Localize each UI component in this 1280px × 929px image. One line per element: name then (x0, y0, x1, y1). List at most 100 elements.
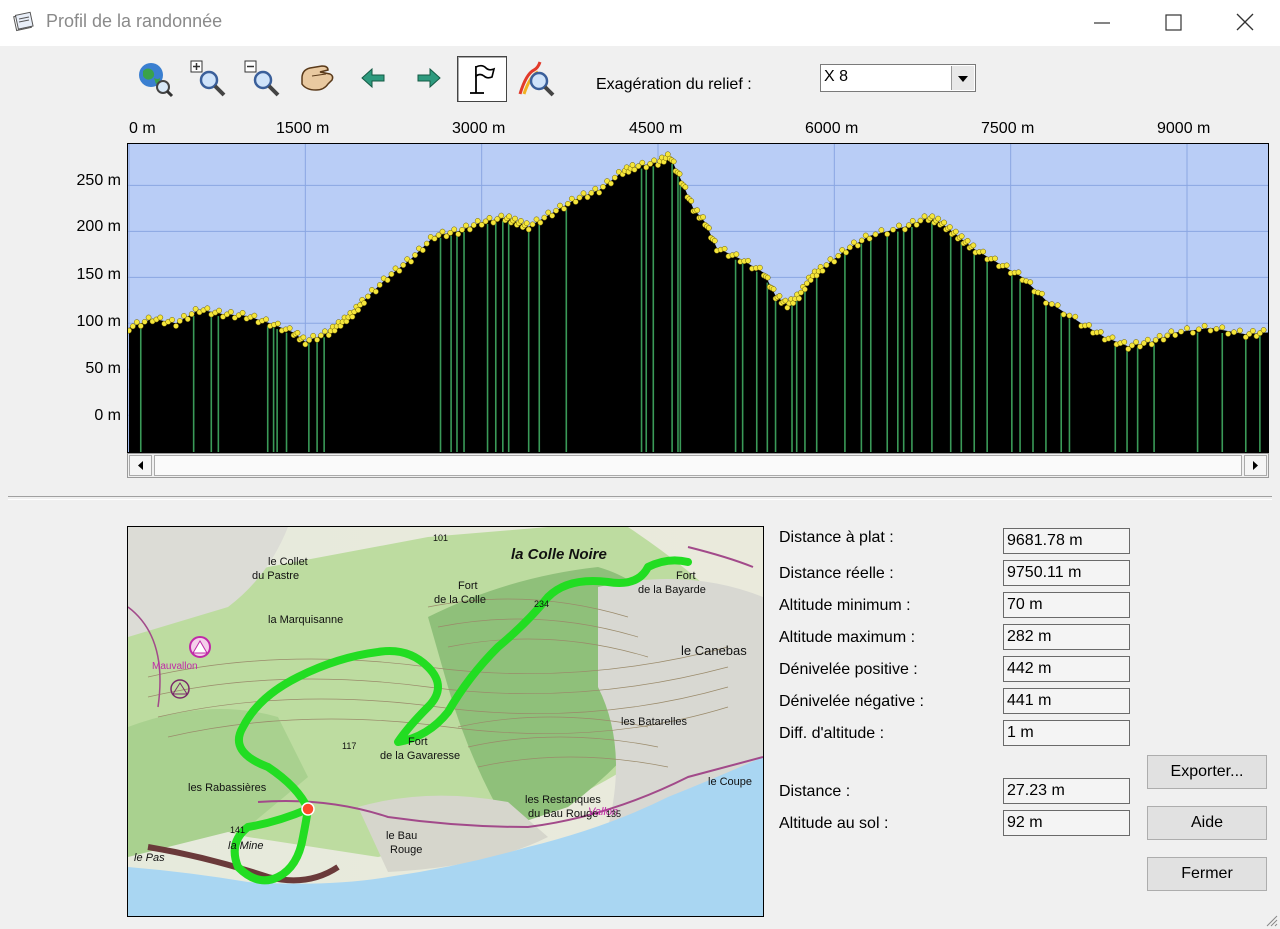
map-label: 234 (534, 599, 549, 609)
elevation-profile-chart[interactable] (127, 143, 1269, 453)
stat-value-flat-distance: 9681.78 m (1003, 528, 1130, 554)
map-label: la Mine (228, 840, 263, 852)
track-point (596, 189, 603, 196)
elevation-profile-plot[interactable] (128, 144, 1268, 452)
zoom-in-button[interactable] (188, 58, 228, 98)
close-window-button[interactable] (1210, 0, 1280, 46)
track-point (878, 227, 885, 233)
topographic-map[interactable]: la Colle Noire le Collet du Pastre la Ma… (128, 527, 763, 916)
splitter[interactable] (8, 496, 1272, 500)
map-label: 117 (342, 741, 356, 751)
map-label: 135 (606, 809, 621, 819)
track-point (133, 319, 140, 325)
track-point (608, 180, 614, 187)
track-point (612, 174, 618, 181)
help-button[interactable]: Aide (1147, 806, 1267, 840)
track-point (947, 224, 953, 230)
globe-zoom-icon (139, 63, 174, 98)
arrow-right-icon (1253, 461, 1258, 470)
track-point (992, 255, 998, 262)
pan-hand-button[interactable] (298, 58, 338, 98)
relief-exaggeration-select[interactable]: X 8 (820, 64, 976, 92)
dropdown-button[interactable] (951, 66, 974, 90)
relief-exaggeration-value: X 8 (824, 68, 849, 85)
map-label: les Batarelles (621, 716, 688, 728)
start-marker[interactable] (301, 802, 315, 816)
track-point (420, 247, 426, 254)
track-point (651, 157, 657, 164)
track-point (770, 286, 777, 292)
cursor-value-distance: 27.23 m (1003, 778, 1130, 804)
path-search-button[interactable] (516, 58, 556, 98)
map-label: la Marquisanne (268, 614, 343, 626)
arrow-right-icon (417, 67, 441, 89)
track-point (1015, 269, 1022, 276)
track-point (1048, 301, 1055, 307)
track-point (286, 325, 293, 332)
map-label: Fort (408, 736, 428, 748)
track-point (1039, 290, 1045, 297)
track-point (858, 237, 865, 244)
resize-grip-icon[interactable] (1264, 913, 1278, 927)
scroll-right-button[interactable] (1244, 455, 1267, 476)
track-point (1043, 300, 1049, 306)
track-point (721, 245, 728, 252)
maximize-icon (1165, 14, 1182, 31)
x-tick-label: 7500 m (981, 120, 1035, 137)
cursor-value-ground-altitude: 92 m (1003, 810, 1130, 836)
track-point (1144, 336, 1151, 343)
track-point (173, 323, 179, 329)
close-button[interactable]: Fermer (1147, 857, 1267, 891)
scroll-thumb[interactable] (154, 455, 1242, 476)
track-point (694, 207, 701, 214)
map-label: les Restanques (525, 794, 601, 806)
map-label: de la Colle (434, 594, 486, 606)
track-point (688, 198, 695, 204)
track-point (929, 213, 936, 220)
pan-hand-icon (301, 65, 334, 91)
track-point (506, 213, 512, 220)
stat-value-negative-elevation: 441 m (1003, 688, 1130, 714)
export-button[interactable]: Exporter... (1147, 755, 1267, 789)
stat-label: Distance réelle : (779, 565, 894, 582)
track-point (913, 222, 920, 228)
map-label: les Rabassières (188, 782, 267, 794)
track-point (1184, 325, 1190, 332)
map-label: du Pastre (252, 570, 299, 582)
globe-zoom-button[interactable] (134, 58, 174, 98)
previous-button[interactable] (354, 58, 394, 98)
track-point (486, 215, 493, 221)
zoom-out-button[interactable] (242, 58, 282, 98)
map-label: le Bau (386, 830, 417, 842)
track-point (529, 221, 536, 228)
track-point (1164, 332, 1171, 339)
track-point (905, 222, 912, 229)
profile-horizontal-scrollbar[interactable] (127, 453, 1269, 478)
zoom-in-icon (190, 60, 226, 97)
track-point (239, 310, 246, 316)
track-point (1133, 339, 1139, 345)
y-tick-label: 50 m (85, 360, 121, 377)
track-point (451, 226, 458, 233)
flag-button[interactable] (457, 56, 507, 102)
next-button[interactable] (408, 58, 448, 98)
maximize-button[interactable] (1138, 0, 1208, 46)
track-point (958, 233, 965, 240)
map-label: de la Gavaresse (380, 750, 460, 762)
track-point (1237, 327, 1243, 334)
track-point (1213, 326, 1220, 332)
app-icon (13, 11, 34, 32)
scroll-left-button[interactable] (129, 455, 152, 476)
track-point (843, 249, 849, 256)
track-point (141, 318, 148, 325)
minimize-icon (1094, 22, 1110, 24)
minimize-button[interactable] (1067, 0, 1137, 46)
track-point (639, 159, 646, 166)
track-point (474, 218, 481, 224)
track-point (361, 300, 367, 306)
track-point (706, 225, 712, 231)
hike-map[interactable]: la Colle Noire le Collet du Pastre la Ma… (127, 526, 764, 917)
track-point (776, 293, 783, 299)
track-point (314, 336, 320, 343)
track-point (952, 228, 959, 235)
